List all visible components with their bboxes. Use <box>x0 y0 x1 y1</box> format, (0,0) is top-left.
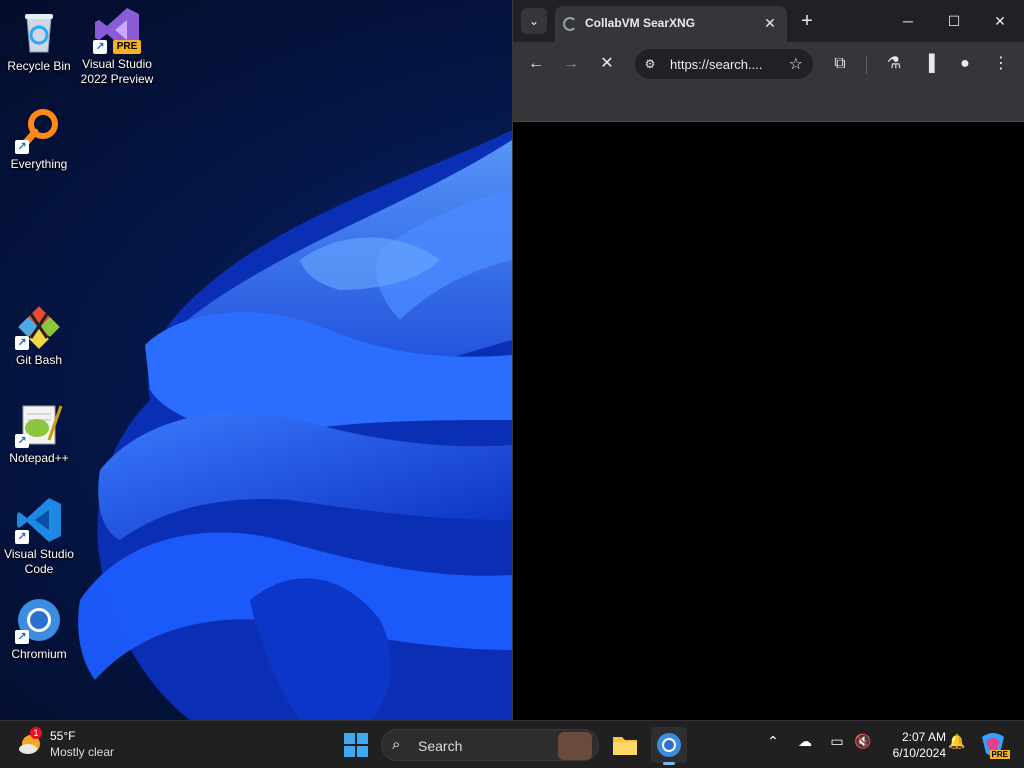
tab-search-button[interactable]: ⌄ <box>521 8 547 34</box>
notifications-bell-icon[interactable]: 🔔 <box>946 733 968 750</box>
notepad-plus-plus-icon: ↗ <box>15 400 63 448</box>
shortcut-arrow-icon: ↗ <box>15 630 29 644</box>
desktop-icon-label: Chromium <box>11 647 67 661</box>
chevron-down-icon: ⌄ <box>528 14 540 28</box>
weather-widget[interactable]: 1 55°F Mostly clear <box>16 727 136 763</box>
search-label: Search <box>418 738 463 754</box>
shortcut-arrow-icon: ↗ <box>15 140 29 154</box>
tab-active[interactable]: CollabVM SearXNG ✕ <box>555 6 787 42</box>
everything-icon: ↗ <box>15 106 63 154</box>
taskbar-chromium[interactable] <box>651 727 687 765</box>
desktop-icon-everything[interactable]: ↗ Everything <box>0 106 78 172</box>
tab-strip: ⌄ CollabVM SearXNG ✕ + ─ ☐ ✕ <box>513 0 1024 42</box>
chromium-icon <box>657 733 681 757</box>
windows-logo-icon <box>344 733 368 757</box>
arrow-right-icon: → <box>563 55 579 72</box>
network-icon[interactable]: ▭ <box>826 733 848 750</box>
clock-time: 2:07 AM <box>901 730 946 744</box>
copilot-preview-badge: PRE <box>989 750 1010 759</box>
moon-cloud-icon: 1 <box>18 727 44 757</box>
onedrive-icon[interactable]: ☁ <box>794 733 816 750</box>
desktop-icon-vscode[interactable]: ↗ Visual Studio Code <box>0 496 78 577</box>
recycle-bin-icon <box>15 8 63 56</box>
search-highlight-image <box>558 732 592 760</box>
more-vert-icon: ⋮ <box>993 55 1009 72</box>
vscode-icon: ↗ <box>15 496 63 544</box>
taskbar-file-explorer[interactable] <box>607 727 643 763</box>
side-panel-button[interactable]: ▐ <box>916 51 942 77</box>
chevron-up-icon: ⌃ <box>767 733 779 749</box>
toolbar-divider <box>866 56 867 74</box>
new-tab-button[interactable]: + <box>795 9 819 33</box>
weather-temperature: 55°F <box>50 729 76 743</box>
stop-button[interactable]: ✕ <box>594 51 620 77</box>
side-panel-icon: ▐ <box>923 55 935 72</box>
desktop-icon-label: Visual Studio Code <box>4 547 74 576</box>
clock-date: 6/10/2024 <box>892 746 946 760</box>
desktop-icon-recycle-bin[interactable]: Recycle Bin <box>0 8 78 74</box>
shortcut-arrow-icon: ↗ <box>15 434 29 448</box>
extensions-button[interactable]: ⧉ <box>827 51 853 77</box>
close-window-button[interactable]: ✕ <box>977 6 1023 36</box>
person-icon: ● <box>960 55 970 72</box>
address-text[interactable]: https://search.... <box>670 57 776 72</box>
shortcut-arrow-icon: ↗ <box>93 40 107 54</box>
bookmarks-bar <box>513 86 1024 122</box>
browser-toolbar: ← → ✕ ⚙ https://search.... ☆ ⧉ ⚗ ▐ ● ⋮ <box>513 42 1024 86</box>
taskbar-search[interactable]: ⌕ Search <box>381 729 599 761</box>
desktop-icon-label: Recycle Bin <box>7 59 71 73</box>
search-icon: ⌕ <box>392 736 401 753</box>
desktop-icon-label: Everything <box>10 157 68 171</box>
loading-spinner-icon <box>563 17 577 31</box>
weather-alert-badge: 1 <box>30 727 42 739</box>
weather-description: Mostly clear <box>50 745 115 759</box>
shortcut-arrow-icon: ↗ <box>15 336 29 350</box>
site-info-icon[interactable]: ⚙ <box>641 55 659 73</box>
copilot-button[interactable]: PRE <box>978 729 1010 759</box>
shortcut-arrow-icon: ↗ <box>15 530 29 544</box>
page-content <box>513 122 1024 720</box>
preview-badge: PRE <box>113 40 141 54</box>
folder-icon <box>613 737 637 755</box>
maximize-button[interactable]: ☐ <box>931 6 977 36</box>
show-hidden-icons-button[interactable]: ⌃ <box>762 733 784 750</box>
desktop-icon-label: Visual Studio 2022 Preview <box>80 57 154 86</box>
browser-window: ⌄ CollabVM SearXNG ✕ + ─ ☐ ✕ ← → ✕ ⚙ htt… <box>512 0 1024 720</box>
git-bash-icon: ↗ <box>15 302 63 350</box>
desktop-icon-chromium[interactable]: ↗ Chromium <box>0 596 78 662</box>
chromium-icon: ↗ <box>15 596 63 644</box>
menu-button[interactable]: ⋮ <box>988 51 1014 77</box>
address-bar[interactable]: ⚙ https://search.... ☆ <box>635 49 813 79</box>
desktop-icon-notepad-plus-plus[interactable]: ↗ Notepad++ <box>0 400 78 466</box>
volume-muted-icon[interactable]: 🔇 <box>852 733 874 750</box>
desktop-icon-visual-studio[interactable]: ↗ PRE Visual Studio 2022 Preview <box>78 6 156 87</box>
stop-x-icon: ✕ <box>600 55 614 72</box>
visual-studio-icon: ↗ PRE <box>93 6 141 54</box>
back-button[interactable]: ← <box>523 51 549 77</box>
tab-close-icon[interactable]: ✕ <box>761 14 779 32</box>
active-indicator <box>663 762 675 765</box>
minimize-button[interactable]: ─ <box>885 6 931 36</box>
desktop-icon-label: Notepad++ <box>9 451 69 465</box>
bookmark-star-icon[interactable]: ☆ <box>789 54 803 74</box>
flask-icon: ⚗ <box>886 55 902 72</box>
start-button[interactable] <box>344 733 368 757</box>
desktop-icon-label: Git Bash <box>15 353 63 367</box>
desktop-icon-git-bash[interactable]: ↗ Git Bash <box>0 302 78 368</box>
profile-button[interactable]: ● <box>952 51 978 77</box>
labs-button[interactable]: ⚗ <box>881 51 907 77</box>
taskbar: 1 55°F Mostly clear ⌕ Search ⌃ ☁ ▭ 🔇 2:0… <box>0 720 1024 768</box>
clock[interactable]: 2:07 AM 6/10/2024 <box>880 729 946 761</box>
puzzle-icon: ⧉ <box>834 55 846 72</box>
tab-title: CollabVM SearXNG <box>585 16 696 30</box>
forward-button[interactable]: → <box>558 51 584 77</box>
arrow-left-icon: ← <box>528 55 544 72</box>
